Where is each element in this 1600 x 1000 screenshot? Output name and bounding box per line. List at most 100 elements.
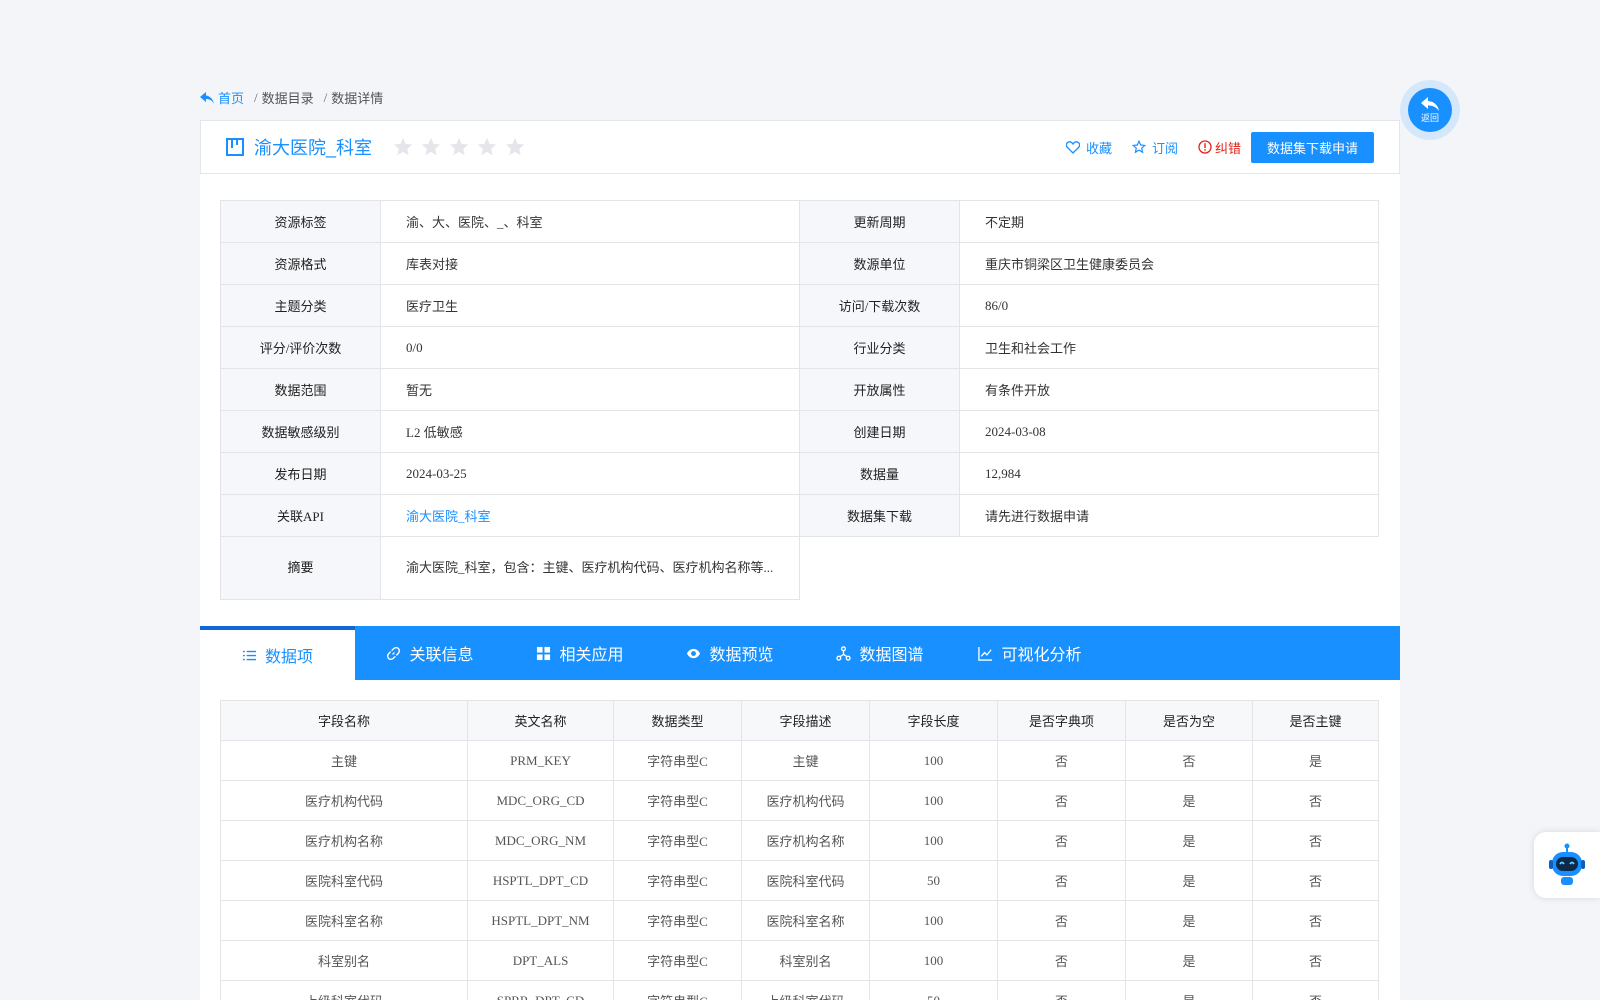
related-api-link[interactable]: 渝大医院_科室 bbox=[406, 509, 491, 524]
table-cell: 医院科室代码 bbox=[220, 860, 468, 901]
table-cell: 否 bbox=[997, 740, 1126, 781]
info-label: 资源标签 bbox=[220, 200, 381, 243]
table-cell: MDC_ORG_CD bbox=[467, 780, 614, 821]
rating-stars[interactable] bbox=[392, 136, 526, 158]
tab-related-apps[interactable]: 相关应用 bbox=[505, 626, 655, 680]
table-cell: 否 bbox=[997, 900, 1126, 941]
page-title: 渝大医院_科室 bbox=[254, 138, 373, 158]
star-icon[interactable] bbox=[392, 136, 414, 158]
table-cell: 否 bbox=[997, 940, 1126, 981]
star-icon[interactable] bbox=[504, 136, 526, 158]
info-label: 资源格式 bbox=[220, 242, 381, 285]
table-cell: 否 bbox=[1252, 940, 1379, 981]
resource-info-table: 资源标签 渝、大、医院、_、科室 更新周期 不定期 资源格式 库表对接 数源单位… bbox=[220, 200, 1379, 600]
breadcrumb-separator: / bbox=[323, 89, 328, 105]
table-row: 医疗机构名称 MDC_ORG_NM 字符串型C 医疗机构名称 100 否是否 bbox=[220, 820, 1379, 861]
breadcrumb-home-label: 首页 bbox=[218, 91, 245, 106]
table-cell: 是 bbox=[1125, 820, 1253, 861]
table-cell: 100 bbox=[869, 820, 998, 861]
info-row: 关联API 渝大医院_科室 数据集下载 请先进行数据申请 bbox=[220, 494, 1379, 537]
resource-icon bbox=[226, 138, 244, 156]
info-label: 发布日期 bbox=[220, 452, 381, 495]
star-icon[interactable] bbox=[448, 136, 470, 158]
info-value: 12,984 bbox=[959, 452, 1379, 495]
table-cell: 是 bbox=[1125, 860, 1253, 901]
info-row: 发布日期 2024-03-25 数据量 12,984 bbox=[220, 452, 1379, 495]
star-icon[interactable] bbox=[420, 136, 442, 158]
table-cell: 100 bbox=[869, 780, 998, 821]
back-button[interactable]: 返回 bbox=[1400, 80, 1460, 140]
info-label: 关联API bbox=[220, 494, 381, 537]
star-icon[interactable] bbox=[476, 136, 498, 158]
table-cell: 否 bbox=[1252, 820, 1379, 861]
table-cell: PRM_KEY bbox=[467, 740, 614, 781]
robot-icon bbox=[1549, 843, 1585, 885]
table-cell: 医疗机构名称 bbox=[741, 820, 870, 861]
download-apply-button[interactable]: 数据集下载申请 bbox=[1250, 131, 1374, 163]
tab-label: 数据项 bbox=[264, 649, 313, 666]
table-cell: 医院科室名称 bbox=[220, 900, 468, 941]
info-value: 重庆市铜梁区卫生健康委员会 bbox=[959, 242, 1379, 285]
info-value: 卫生和社会工作 bbox=[959, 326, 1379, 369]
favorite-button[interactable]: 收藏 bbox=[1065, 138, 1112, 157]
table-row: 主键 PRM_KEY 字符串型C 主键 100 否否是 bbox=[220, 740, 1379, 781]
info-label: 主题分类 bbox=[220, 284, 381, 327]
table-cell: 字符串型C bbox=[613, 740, 742, 781]
table-cell: 否 bbox=[1252, 860, 1379, 901]
tab-visual-analysis[interactable]: 可视化分析 bbox=[955, 626, 1105, 680]
info-value: 库表对接 bbox=[380, 242, 800, 285]
header-actions: 收藏 订阅 纠错 数据集下载申请 bbox=[1065, 131, 1374, 163]
info-value: 渝、大、医院、_、科室 bbox=[380, 200, 800, 243]
grid-icon bbox=[537, 646, 551, 660]
breadcrumb-catalog[interactable]: 数据目录 bbox=[262, 88, 314, 107]
report-error-button[interactable]: 纠错 bbox=[1198, 138, 1241, 157]
info-value: 2024-03-25 bbox=[380, 452, 800, 495]
info-label: 行业分类 bbox=[799, 326, 960, 369]
data-items-table: 字段名称 英文名称 数据类型 字段描述 字段长度 是否字典项 是否为空 是否主键 主键 PRM_… bbox=[220, 700, 1379, 1000]
table-cell: HSPTL_DPT_NM bbox=[467, 900, 614, 941]
tab-data-preview[interactable]: 数据预览 bbox=[655, 626, 805, 680]
heart-icon bbox=[1065, 140, 1080, 154]
table-cell: 字符串型C bbox=[613, 860, 742, 901]
detail-panel: 资源标签 渝、大、医院、_、科室 更新周期 不定期 资源格式 库表对接 数源单位… bbox=[200, 174, 1400, 1000]
info-row: 资源标签 渝、大、医院、_、科室 更新周期 不定期 bbox=[220, 200, 1379, 243]
eye-icon bbox=[687, 648, 701, 658]
table-cell: 字符串型C bbox=[613, 780, 742, 821]
table-row: 医院科室代码 HSPTL_DPT_CD 字符串型C 医院科室代码 50 否是否 bbox=[220, 860, 1379, 901]
tab-related-info[interactable]: 关联信息 bbox=[355, 626, 505, 680]
table-cell: SPRR_DPT_CD bbox=[467, 980, 614, 1000]
info-row: 数据敏感级别 L2 低敏感 创建日期 2024-03-08 bbox=[220, 410, 1379, 453]
info-label: 数据范围 bbox=[220, 368, 381, 411]
breadcrumb: 首页 / 数据目录 / 数据详情 bbox=[200, 88, 383, 107]
info-value: 渝大医院_科室 bbox=[380, 494, 800, 537]
info-value: 有条件开放 bbox=[959, 368, 1379, 411]
table-cell: 科室别名 bbox=[741, 940, 870, 981]
tab-data-graph[interactable]: 数据图谱 bbox=[805, 626, 955, 680]
table-cell: 100 bbox=[869, 940, 998, 981]
column-header: 是否为空 bbox=[1125, 700, 1253, 741]
table-cell: 医院科室代码 bbox=[741, 860, 870, 901]
tab-data-items[interactable]: 数据项 bbox=[200, 626, 355, 680]
reply-arrow-icon bbox=[200, 91, 214, 104]
table-cell: 否 bbox=[1252, 900, 1379, 941]
star-outline-icon bbox=[1131, 140, 1146, 154]
table-cell: 主键 bbox=[741, 740, 870, 781]
link-icon bbox=[387, 646, 401, 660]
table-cell: 主键 bbox=[220, 740, 468, 781]
subscribe-button[interactable]: 订阅 bbox=[1131, 138, 1178, 157]
table-row: 医疗机构代码 MDC_ORG_CD 字符串型C 医疗机构代码 100 否是否 bbox=[220, 780, 1379, 821]
table-cell: 是 bbox=[1125, 780, 1253, 821]
tab-label: 数据图谱 bbox=[859, 647, 924, 664]
table-cell: 否 bbox=[997, 780, 1126, 821]
column-header: 字段长度 bbox=[869, 700, 998, 741]
info-value: 2024-03-08 bbox=[959, 410, 1379, 453]
info-row: 摘要 渝大医院_科室，包含：主键、医疗机构代码、医疗机构名称等... bbox=[220, 536, 1379, 600]
empty-cell bbox=[799, 536, 1379, 600]
table-cell: 是 bbox=[1125, 980, 1253, 1000]
breadcrumb-separator: / bbox=[254, 89, 258, 105]
breadcrumb-home[interactable]: 首页 bbox=[200, 88, 244, 107]
table-body: 主键 PRM_KEY 字符串型C 主键 100 否否是医疗机构代码 MDC_ORG_CD 字符… bbox=[220, 740, 1379, 1000]
column-header: 英文名称 bbox=[467, 700, 614, 741]
info-label: 摘要 bbox=[220, 536, 381, 600]
ai-assistant-button[interactable] bbox=[1534, 832, 1600, 898]
